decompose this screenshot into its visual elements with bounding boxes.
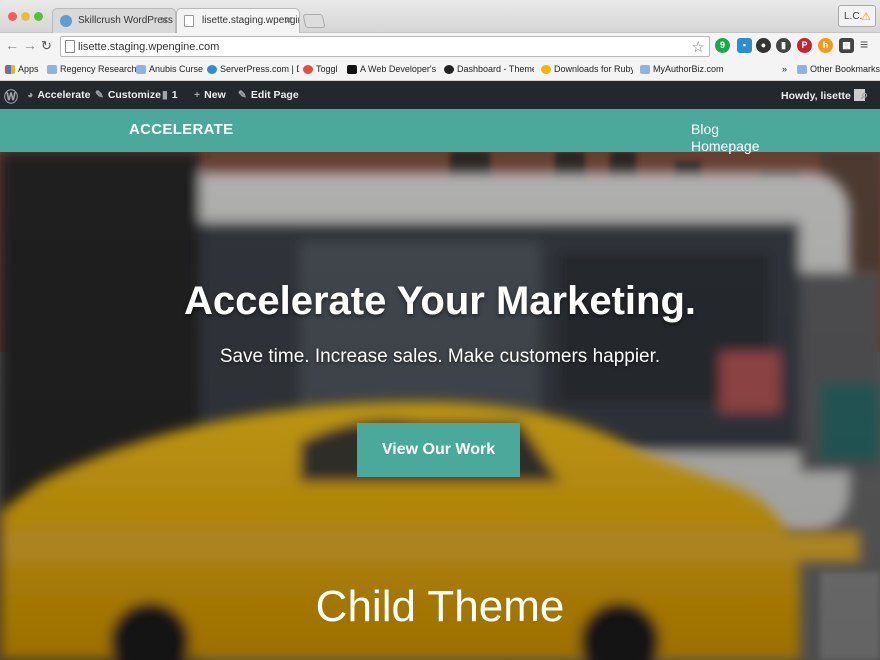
maximize-window-button[interactable] bbox=[34, 12, 43, 21]
chrome-menu-icon[interactable]: ≡ bbox=[860, 36, 868, 52]
search-icon[interactable]: ⌕ bbox=[861, 87, 868, 103]
pinterest-extension-icon[interactable]: P bbox=[797, 38, 812, 53]
wp-admin-bar: Ⓦ ◕ Accelerate ✎ Customize ▮ 1 + New ✎ Edit P… bbox=[0, 81, 880, 109]
profile-button[interactable]: L.C. ⚠ bbox=[838, 5, 876, 27]
hero-section: Accelerate Your Marketing. Save time. In… bbox=[0, 152, 880, 660]
hero-subtitle: Save time. Increase sales. Make customer… bbox=[219, 346, 661, 367]
buffer-extension-icon[interactable]: ▦ bbox=[839, 38, 854, 53]
brush-icon: ✎ bbox=[95, 89, 104, 101]
folder-icon bbox=[797, 65, 807, 74]
folder-icon bbox=[640, 65, 650, 74]
site-name-link[interactable]: ◕ Accelerate bbox=[27, 89, 90, 101]
nav-item-blog[interactable]: Blog bbox=[691, 121, 760, 138]
address-bar[interactable]: lisette.staging.wpengine.com ☆ bbox=[60, 36, 710, 57]
bookmark-link[interactable]: Toggl bbox=[303, 64, 338, 74]
bookmark-link[interactable]: Downloads for Ruby bbox=[541, 64, 633, 74]
view-our-work-button[interactable]: View Our Work bbox=[357, 423, 520, 477]
page-favicon-icon bbox=[184, 15, 194, 27]
website-viewport: ACCELERATE Blog Homepage Accelerate Your… bbox=[0, 109, 880, 660]
rt-icon bbox=[347, 65, 357, 74]
incognito-extension-icon[interactable]: ● bbox=[756, 38, 771, 53]
bookmark-link[interactable]: Dashboard - Themes bbox=[444, 64, 534, 74]
bookmark-star-icon[interactable]: ☆ bbox=[692, 38, 705, 56]
comments-link[interactable]: ▮ 1 bbox=[162, 89, 178, 101]
folder-icon bbox=[47, 65, 57, 74]
browser-window: Skillcrush WordPress Deve ✕ lisette.stag… bbox=[0, 0, 880, 660]
other-bookmarks-folder[interactable]: Other Bookmarks bbox=[797, 64, 880, 74]
tab-lisette[interactable]: lisette.staging.wpengine.co ✕ bbox=[176, 8, 300, 33]
dashboard-icon: ◕ bbox=[27, 89, 34, 101]
back-arrow-icon[interactable]: ← bbox=[5, 37, 19, 53]
toggl-icon bbox=[303, 65, 313, 74]
profile-label: L.C. bbox=[844, 11, 863, 22]
evernote-extension-icon[interactable]: 9 bbox=[715, 38, 730, 53]
site-logo-text[interactable]: ACCELERATE bbox=[129, 121, 233, 138]
bookmark-apps[interactable]: Apps bbox=[5, 64, 39, 74]
child-theme-heading: Child Theme bbox=[315, 582, 565, 631]
comment-icon: ▮ bbox=[162, 89, 168, 101]
apps-grid-icon bbox=[5, 65, 15, 74]
site-navigation: Blog Homepage bbox=[691, 121, 760, 155]
pocket-extension-icon[interactable]: ▪ bbox=[737, 38, 752, 53]
reload-icon[interactable]: ↻ bbox=[41, 38, 52, 54]
nav-item-homepage[interactable]: Homepage bbox=[691, 138, 760, 155]
honey-extension-icon[interactable]: h bbox=[818, 38, 833, 53]
forward-arrow-icon[interactable]: → bbox=[23, 37, 37, 53]
tab-skillcrush[interactable]: Skillcrush WordPress Deve ✕ bbox=[52, 8, 176, 33]
url-text: lisette.staging.wpengine.com bbox=[78, 41, 220, 53]
minimize-window-button[interactable] bbox=[21, 12, 30, 21]
ruby-icon bbox=[541, 65, 551, 74]
page-icon bbox=[65, 40, 75, 53]
bookmark-folder[interactable]: Regency Research bbox=[47, 64, 137, 74]
pencil-icon: ✎ bbox=[238, 89, 247, 101]
close-tab-icon[interactable]: ✕ bbox=[284, 14, 293, 27]
hero-title: Accelerate Your Marketing. bbox=[183, 279, 697, 323]
close-tab-icon[interactable]: ✕ bbox=[160, 14, 169, 27]
folder-icon bbox=[136, 65, 146, 74]
serverpress-icon bbox=[207, 65, 217, 74]
customize-link[interactable]: ✎ Customize bbox=[95, 89, 161, 101]
bookmark-link[interactable]: ServerPress.com | De bbox=[207, 64, 299, 74]
skillcrush-favicon-icon bbox=[60, 15, 72, 27]
bookmark-link[interactable]: A Web Developer's G bbox=[347, 64, 437, 74]
bookmark-folder[interactable]: Anubis Curse bbox=[136, 64, 203, 74]
edit-page-link[interactable]: ✎ Edit Page bbox=[238, 89, 299, 101]
account-menu[interactable]: Howdy, lisette bbox=[781, 89, 865, 102]
stats-extension-icon[interactable]: ▮ bbox=[776, 38, 791, 53]
bookmarks-bar: Apps Regency Research Anubis Curse Serve… bbox=[0, 60, 880, 81]
more-bookmarks-chevron[interactable]: » bbox=[782, 64, 787, 74]
wordpress-logo-icon[interactable]: Ⓦ bbox=[4, 87, 18, 107]
github-icon bbox=[444, 65, 454, 74]
tab-strip: Skillcrush WordPress Deve ✕ lisette.stag… bbox=[0, 0, 880, 33]
plus-icon: + bbox=[194, 89, 201, 101]
new-tab-button[interactable] bbox=[302, 14, 326, 28]
new-content-link[interactable]: + New bbox=[194, 89, 226, 101]
warning-icon: ⚠ bbox=[861, 11, 871, 23]
close-window-button[interactable] bbox=[8, 12, 17, 21]
browser-toolbar: ← → ↻ lisette.staging.wpengine.com ☆ 9 ▪… bbox=[0, 33, 880, 60]
bookmark-folder[interactable]: MyAuthorBiz.com bbox=[640, 64, 724, 74]
